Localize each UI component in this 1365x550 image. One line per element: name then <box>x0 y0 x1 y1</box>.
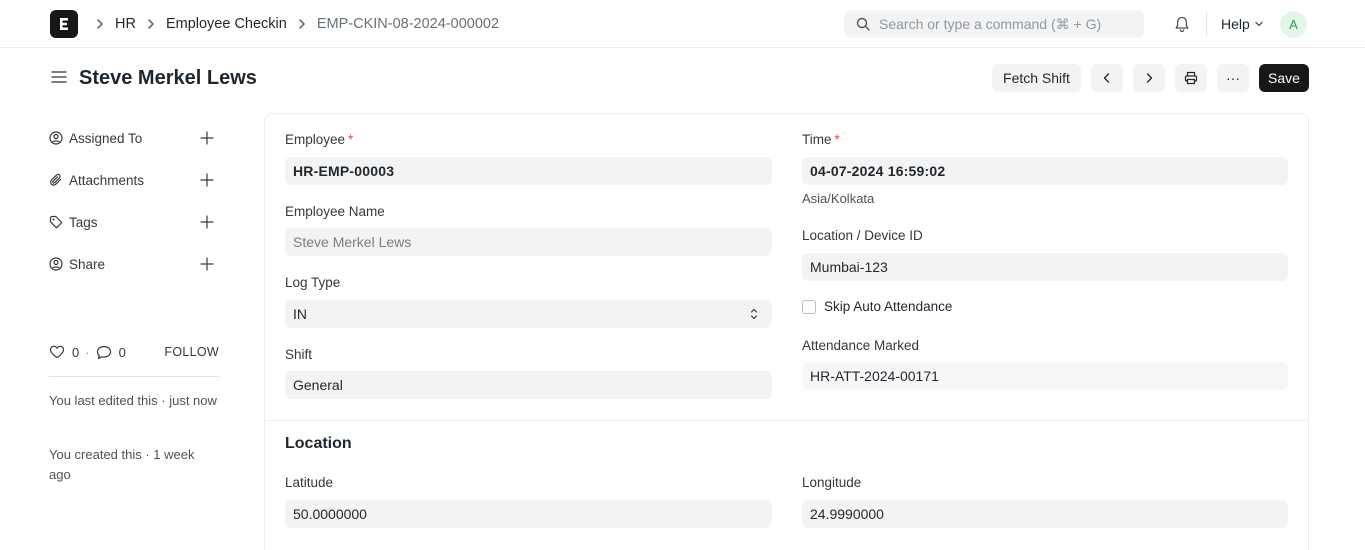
timezone-label: Asia/Kolkata <box>802 191 875 206</box>
comment-count: 0 <box>118 344 126 360</box>
attendance-marked-label: Attendance Marked <box>802 338 920 353</box>
assign-user-icon <box>49 131 63 145</box>
latitude-label: Latitude <box>285 475 334 490</box>
tag-icon <box>49 215 63 229</box>
chevron-right-icon <box>296 18 308 30</box>
breadcrumb-hr[interactable]: HR <box>115 16 136 32</box>
employee-name-field: Steve Merkel Lews <box>285 228 772 256</box>
shift-label: Shift <box>285 347 313 362</box>
more-actions-button[interactable]: ··· <box>1217 64 1249 92</box>
stats-separator: · <box>85 344 90 360</box>
latitude-field[interactable]: 50.0000000 <box>285 500 772 528</box>
plus-icon[interactable] <box>199 256 215 272</box>
navbar: HR Employee Checkin EMP-CKIN-08-2024-000… <box>0 0 1365 48</box>
likes-comments-bar: 0 · 0 FOLLOW <box>49 342 219 362</box>
comment-icon[interactable] <box>96 345 112 360</box>
breadcrumb: HR Employee Checkin EMP-CKIN-08-2024-000… <box>90 0 499 48</box>
log-type-label: Log Type <box>285 275 341 290</box>
sidebar-toggle-icon[interactable] <box>51 69 67 85</box>
employee-name-label: Employee Name <box>285 204 385 219</box>
longitude-label: Longitude <box>802 475 862 490</box>
log-type-value: IN <box>293 306 307 322</box>
save-button[interactable]: Save <box>1259 64 1309 92</box>
last-edited-note: You last edited this · just now <box>49 393 217 408</box>
log-type-select[interactable]: IN <box>285 300 772 328</box>
sidebar-item-tags[interactable]: Tags <box>49 212 219 232</box>
chevron-right-icon <box>94 18 106 30</box>
help-label: Help <box>1221 16 1250 32</box>
print-button[interactable] <box>1175 64 1207 92</box>
printer-icon <box>1184 71 1198 85</box>
paperclip-icon <box>50 173 62 186</box>
plus-icon[interactable] <box>199 214 215 230</box>
share-user-icon <box>49 257 63 271</box>
heart-icon[interactable] <box>49 345 65 359</box>
sidebar-item-share[interactable]: Share <box>49 254 219 274</box>
time-field[interactable]: 04-07-2024 16:59:02 <box>802 157 1288 185</box>
employee-field[interactable]: HR-EMP-00003 <box>285 157 772 185</box>
search-icon <box>856 17 870 31</box>
next-record-button[interactable] <box>1133 64 1165 92</box>
time-label-text: Time <box>802 132 832 147</box>
app-logo[interactable] <box>50 10 78 38</box>
sidebar-item-attachments[interactable]: Attachments <box>49 170 219 190</box>
employee-label-text: Employee <box>285 132 346 147</box>
plus-icon[interactable] <box>199 130 215 146</box>
created-note: You created this · 1 week ago <box>49 447 195 482</box>
previous-record-button[interactable] <box>1091 64 1123 92</box>
like-count: 0 <box>72 344 80 360</box>
sidebar-divider <box>49 376 219 377</box>
shift-field[interactable]: General <box>285 371 772 399</box>
sidebar-item-label: Attachments <box>69 172 145 188</box>
select-arrows-icon <box>750 308 758 320</box>
location-device-field[interactable]: Mumbai-123 <box>802 253 1288 281</box>
sidebar-item-assigned-to[interactable]: Assigned To <box>49 128 219 148</box>
sidebar-item-label: Tags <box>69 214 98 230</box>
skip-auto-attendance-label: Skip Auto Attendance <box>824 299 953 314</box>
checkbox-box[interactable] <box>802 299 816 314</box>
sidebar-item-label: Share <box>69 256 106 272</box>
chevron-left-icon <box>1103 73 1110 83</box>
required-indicator: * <box>834 132 840 147</box>
breadcrumb-employee-checkin[interactable]: Employee Checkin <box>166 16 287 32</box>
breadcrumb-current-record[interactable]: EMP-CKIN-08-2024-000002 <box>317 16 499 32</box>
employee-label: Employee * <box>285 132 353 147</box>
chevron-down-icon <box>1255 21 1263 27</box>
follow-button[interactable]: FOLLOW <box>164 345 219 359</box>
navbar-divider <box>1206 12 1207 36</box>
chevron-right-icon <box>1146 73 1153 83</box>
location-section-title[interactable]: Location <box>285 435 352 453</box>
sidebar-item-label: Assigned To <box>69 130 143 146</box>
time-label: Time * <box>802 132 840 147</box>
search-input[interactable] <box>879 16 1129 32</box>
fetch-shift-button[interactable]: Fetch Shift <box>992 64 1081 92</box>
help-dropdown[interactable]: Help <box>1221 0 1264 48</box>
erp-logo-icon <box>60 18 68 30</box>
required-indicator: * <box>348 132 354 147</box>
attendance-marked-link[interactable]: HR-ATT-2024-00171 <box>802 362 1288 390</box>
chevron-right-icon <box>145 18 157 30</box>
skip-auto-attendance-checkbox[interactable]: Skip Auto Attendance <box>802 299 952 314</box>
longitude-field[interactable]: 24.9990000 <box>802 500 1288 528</box>
section-divider <box>265 420 1308 421</box>
plus-icon[interactable] <box>199 172 215 188</box>
notification-bell-icon[interactable] <box>1172 14 1192 34</box>
user-avatar[interactable]: A <box>1280 11 1307 38</box>
page-title: Steve Merkel Lews <box>79 67 257 89</box>
location-device-label: Location / Device ID <box>802 228 923 243</box>
search-bar[interactable] <box>844 10 1144 38</box>
